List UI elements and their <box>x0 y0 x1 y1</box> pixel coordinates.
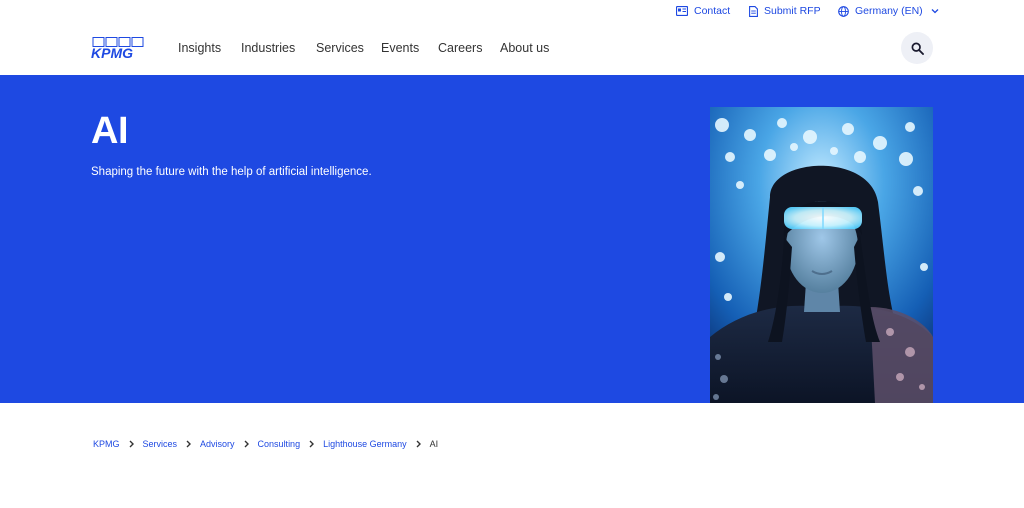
globe-icon <box>838 5 849 17</box>
page-subtitle: Shaping the future with the help of arti… <box>91 166 372 178</box>
breadcrumb-lighthouse-germany[interactable]: Lighthouse Germany <box>323 439 407 449</box>
breadcrumb-consulting[interactable]: Consulting <box>258 439 301 449</box>
nav-item-industries[interactable]: Industries <box>241 41 295 55</box>
search-button[interactable] <box>901 32 933 64</box>
kpmg-logo-icon: KPMG <box>91 37 144 61</box>
language-selector[interactable]: Germany (EN) <box>838 5 939 17</box>
breadcrumb-advisory[interactable]: Advisory <box>200 439 235 449</box>
hero-image <box>710 107 933 403</box>
chevron-right-icon <box>129 440 134 448</box>
breadcrumb-current: AI <box>429 439 439 449</box>
chevron-right-icon <box>186 440 192 448</box>
main-navigation: KPMG Insights Industries Services Events… <box>0 24 1024 75</box>
nav-item-about-us[interactable]: About us <box>500 41 549 55</box>
utility-bar: Contact Submit RFP Germany (EN) <box>0 0 1024 24</box>
nav-item-insights[interactable]: Insights <box>178 41 221 55</box>
submit-rfp-link[interactable]: Submit RFP <box>749 5 821 17</box>
chevron-right-icon <box>309 440 315 448</box>
chevron-down-icon <box>931 9 939 14</box>
document-icon <box>749 5 758 17</box>
breadcrumb-services[interactable]: Services <box>143 439 178 449</box>
nav-item-events[interactable]: Events <box>381 41 419 55</box>
chevron-right-icon <box>244 440 249 448</box>
hero-banner: AI Shaping the future with the help of a… <box>0 75 1024 403</box>
page-title: AI <box>91 110 129 152</box>
nav-item-services[interactable]: Services <box>316 41 364 55</box>
kpmg-logo[interactable]: KPMG <box>91 37 147 61</box>
chevron-right-icon <box>416 440 421 448</box>
contact-card-icon <box>676 6 688 16</box>
logo-text: KPMG <box>91 45 133 61</box>
search-icon <box>911 42 924 55</box>
contact-label: Contact <box>694 5 731 17</box>
woman-with-digital-glasses-photo <box>710 107 933 403</box>
contact-link[interactable]: Contact <box>676 5 730 17</box>
language-label: Germany (EN) <box>855 5 923 17</box>
nav-item-careers[interactable]: Careers <box>438 41 482 55</box>
submit-rfp-label: Submit RFP <box>764 5 821 17</box>
breadcrumb-kpmg[interactable]: KPMG <box>93 439 120 449</box>
breadcrumb: KPMG Services Advisory Consulting Lighth… <box>93 439 438 449</box>
